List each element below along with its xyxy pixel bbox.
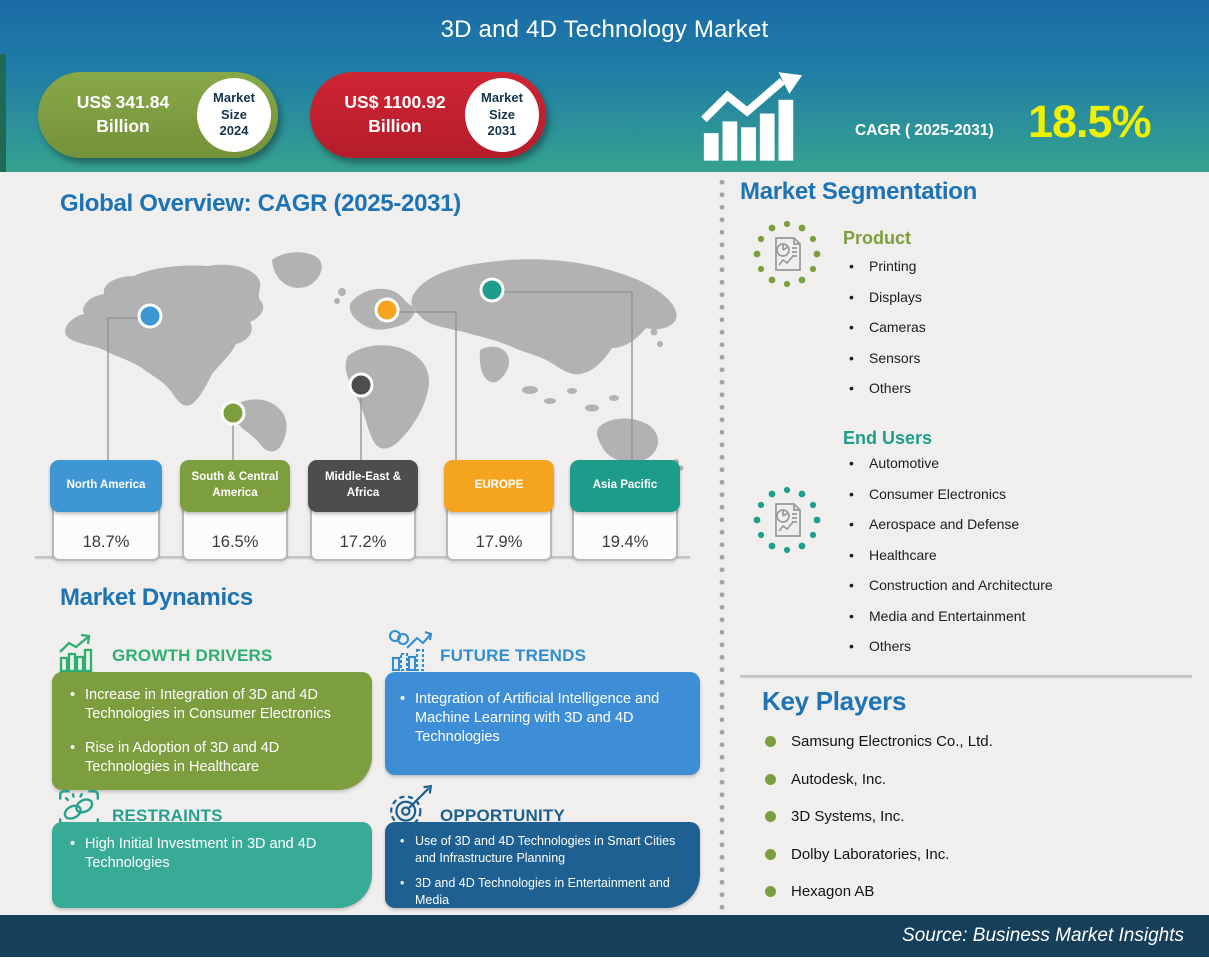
end-users-report-dotted-circle-icon [750, 486, 824, 554]
market-size-2031-circle: Market Size 2031 [465, 78, 539, 152]
circle-2031-line1: Market [481, 90, 523, 107]
region-card-north-america: 18.7% North America [50, 460, 162, 552]
growth-driver-item: Rise in Adoption of 3D and 4D Technologi… [68, 739, 356, 777]
left-accent-stripe [0, 54, 6, 172]
market-size-2031-badge: US$ 1100.92 Billion Market Size 2031 [310, 72, 546, 158]
product-group-title: Product [843, 228, 911, 249]
region-name: Middle-East & Africa [308, 460, 418, 512]
end-user-item: Automotive [845, 455, 1165, 471]
global-overview-heading: Global Overview: CAGR (2025-2031) [60, 190, 461, 218]
infographic-page: 3D and 4D Technology Market US$ 341.84 B… [0, 0, 1209, 963]
page-title: 3D and 4D Technology Market [0, 16, 1209, 44]
world-map [60, 240, 700, 472]
value-2024: US$ 341.84 [77, 91, 169, 115]
segmentation-players-divider [740, 675, 1192, 677]
future-trend-item: Integration of Artificial Intelligence a… [398, 690, 687, 747]
dotted-separator-line [719, 176, 725, 912]
future-trends-label: FUTURE TRENDS [440, 646, 586, 666]
product-item: Sensors [845, 350, 1165, 366]
market-size-2024-badge: US$ 341.84 Billion Market Size 2024 [38, 72, 278, 158]
south-central-america-marker-dot [222, 402, 244, 424]
key-player-item: 3D Systems, Inc. [765, 808, 993, 825]
north-america-marker-dot [139, 305, 161, 327]
product-list: Printing Displays Cameras Sensors Others [845, 258, 1165, 411]
europe-marker-dot [376, 299, 398, 321]
growth-bar-chart-icon [55, 630, 103, 676]
region-card-south-central-america: 16.5% South & Central America [180, 460, 290, 552]
unit-2024: Billion [96, 115, 149, 139]
bullet-dot-icon [765, 774, 776, 785]
circle-2024-line1: Market [213, 90, 255, 107]
product-item: Displays [845, 289, 1165, 305]
restraints-box: High Initial Investment in 3D and 4D Tec… [52, 822, 372, 908]
key-player-item: Autodesk, Inc. [765, 771, 993, 788]
growth-drivers-label: GROWTH DRIVERS [112, 646, 273, 666]
bar-chart-rising-arrow-icon [698, 68, 806, 163]
footer-bar: Source: Business Market Insights [0, 915, 1209, 957]
end-user-item: Media and Entertainment [845, 608, 1165, 624]
key-player-name: Dolby Laboratories, Inc. [791, 846, 949, 863]
circle-2024-line2: Size [221, 107, 247, 124]
opportunity-item: 3D and 4D Technologies in Entertainment … [398, 875, 687, 908]
future-trends-box: Integration of Artificial Intelligence a… [385, 672, 700, 775]
bullet-dot-icon [765, 849, 776, 860]
end-user-item: Aerospace and Defense [845, 516, 1165, 532]
opportunity-item: Use of 3D and 4D Technologies in Smart C… [398, 833, 687, 866]
end-users-group-title: End Users [843, 428, 932, 449]
region-name: North America [50, 460, 162, 512]
product-item: Others [845, 380, 1165, 396]
circle-2024-year: 2024 [220, 123, 249, 140]
circle-2031-year: 2031 [488, 123, 517, 140]
growth-driver-item: Increase in Integration of 3D and 4D Tec… [68, 686, 356, 724]
key-player-name: 3D Systems, Inc. [791, 808, 904, 825]
market-size-2024-value: US$ 341.84 Billion [48, 72, 198, 158]
end-user-item: Consumer Electronics [845, 486, 1165, 502]
key-player-name: Hexagon AB [791, 883, 874, 900]
end-user-item: Construction and Architecture [845, 577, 1165, 593]
product-report-dotted-circle-icon [750, 220, 824, 288]
key-players-heading: Key Players [762, 686, 906, 717]
region-name: EUROPE [444, 460, 554, 512]
bullet-dot-icon [765, 811, 776, 822]
asia-pacific-marker-dot [481, 279, 503, 301]
restraint-item: High Initial Investment in 3D and 4D Tec… [68, 835, 356, 873]
end-user-item: Others [845, 638, 1165, 654]
region-card-middle-east-africa: 17.2% Middle-East & Africa [308, 460, 418, 552]
key-player-name: Autodesk, Inc. [791, 771, 886, 788]
end-users-list: Automotive Consumer Electronics Aerospac… [845, 455, 1165, 669]
product-item: Cameras [845, 319, 1165, 335]
region-card-europe: 17.9% EUROPE [444, 460, 554, 552]
header-banner: 3D and 4D Technology Market US$ 341.84 B… [0, 0, 1209, 172]
market-dynamics-heading: Market Dynamics [60, 584, 253, 612]
market-size-2024-circle: Market Size 2024 [197, 78, 271, 152]
opportunity-box: Use of 3D and 4D Technologies in Smart C… [385, 822, 700, 908]
bullet-dot-icon [765, 736, 776, 747]
market-size-2031-value: US$ 1100.92 Billion [320, 72, 470, 158]
cagr-label: CAGR ( 2025-2031) [855, 122, 994, 140]
market-segmentation-heading: Market Segmentation [740, 178, 977, 206]
product-item: Printing [845, 258, 1165, 274]
key-player-name: Samsung Electronics Co., Ltd. [791, 733, 993, 750]
key-player-item: Dolby Laboratories, Inc. [765, 846, 993, 863]
map-continents [65, 252, 683, 470]
end-user-item: Healthcare [845, 547, 1165, 563]
unit-2031: Billion [368, 115, 421, 139]
region-name: Asia Pacific [570, 460, 680, 512]
value-2031: US$ 1100.92 [344, 91, 445, 115]
forecast-trend-icon [387, 628, 435, 674]
bullet-dot-icon [765, 886, 776, 897]
region-name: South & Central America [180, 460, 290, 512]
middle-east-africa-marker-dot [350, 374, 372, 396]
key-player-item: Hexagon AB [765, 883, 993, 900]
key-player-item: Samsung Electronics Co., Ltd. [765, 733, 993, 750]
cagr-value: 18.5% [1028, 96, 1151, 148]
region-card-asia-pacific: 19.4% Asia Pacific [570, 460, 680, 552]
growth-drivers-box: Increase in Integration of 3D and 4D Tec… [52, 672, 372, 790]
source-credit: Source: Business Market Insights [902, 915, 1184, 957]
circle-2031-line2: Size [489, 107, 515, 124]
key-players-list: Samsung Electronics Co., Ltd. Autodesk, … [765, 733, 993, 921]
